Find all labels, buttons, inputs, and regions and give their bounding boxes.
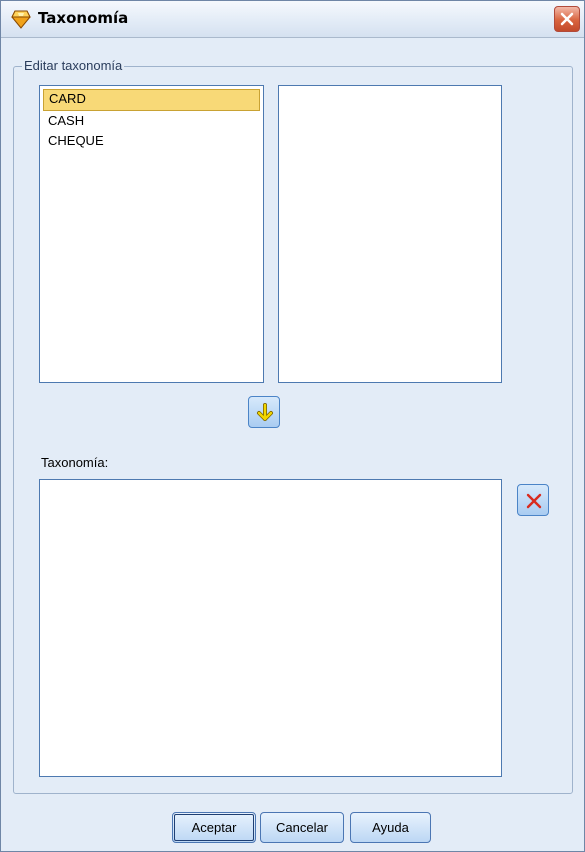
ok-button[interactable]: Aceptar xyxy=(172,812,256,843)
title-bar: Taxonomía xyxy=(1,1,584,38)
taxonomy-dialog: Taxonomía Editar taxonomía CARD CASH CHE… xyxy=(0,0,585,852)
arrow-down-icon xyxy=(257,403,273,421)
add-to-taxonomy-button[interactable] xyxy=(248,396,280,428)
source-list-item[interactable]: CARD xyxy=(43,89,260,111)
source-list[interactable]: CARD CASH CHEQUE xyxy=(39,85,264,383)
help-button[interactable]: Ayuda xyxy=(350,812,431,843)
source-list-item[interactable]: CHEQUE xyxy=(43,131,260,151)
source-list-item[interactable]: CASH xyxy=(43,111,260,131)
delete-icon xyxy=(526,493,542,509)
cancel-button[interactable]: Cancelar xyxy=(260,812,344,843)
edit-taxonomy-legend: Editar taxonomía xyxy=(22,58,125,73)
window-title: Taxonomía xyxy=(38,9,129,27)
taxonomy-list[interactable] xyxy=(39,479,502,777)
close-button[interactable] xyxy=(554,6,580,32)
target-list[interactable] xyxy=(278,85,502,383)
app-icon xyxy=(11,10,31,29)
delete-button[interactable] xyxy=(517,484,549,516)
close-icon xyxy=(560,12,574,26)
taxonomy-label: Taxonomía: xyxy=(41,455,109,470)
